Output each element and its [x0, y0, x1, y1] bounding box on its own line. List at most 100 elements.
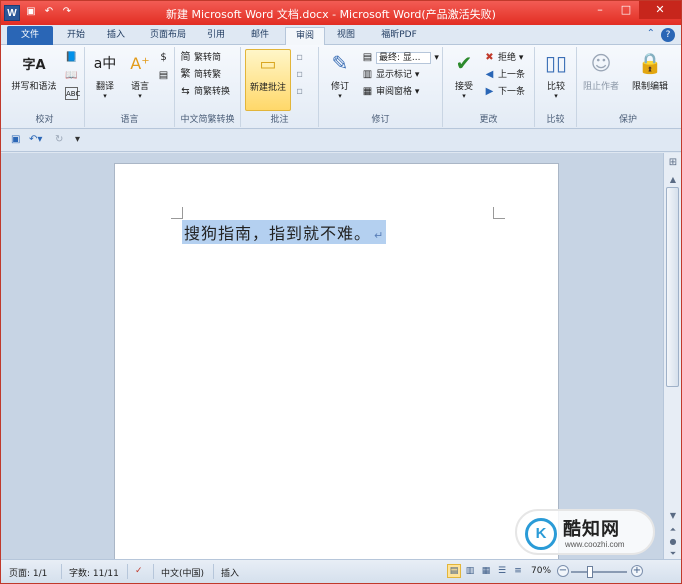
- print-layout-view-icon[interactable]: ▤: [447, 564, 461, 578]
- tab-insert[interactable]: 插入: [99, 27, 133, 45]
- language-dropdown-icon: ▾: [138, 92, 142, 100]
- zoom-out-button[interactable]: −: [557, 565, 569, 577]
- translate-dropdown-icon: ▾: [103, 92, 107, 100]
- help-icon[interactable]: ?: [661, 28, 675, 42]
- next-page-icon[interactable]: ⏷: [667, 549, 679, 559]
- tab-page-layout[interactable]: 页面布局: [141, 27, 195, 45]
- word-count-icon: ABC: [65, 87, 80, 100]
- zoom-level[interactable]: 70%: [531, 566, 551, 576]
- word-count-button[interactable]: ABC: [65, 87, 80, 102]
- tab-references[interactable]: 引用: [199, 27, 233, 45]
- outline-view-icon[interactable]: ☰: [495, 564, 509, 578]
- scroll-down-arrow-icon[interactable]: ▼: [667, 511, 679, 521]
- undo-icon[interactable]: ↶: [43, 6, 55, 18]
- display-for-review-dropdown[interactable]: ▤ 最终: 显... ▾: [361, 51, 439, 66]
- translate-button[interactable]: a中 翻译 ▾: [87, 49, 123, 100]
- next-change-button[interactable]: ▶ 下一条: [483, 85, 525, 100]
- status-bar: 页面: 1/1 字数: 11/11 ✓ 中文(中国) 插入 ▤ ▥ ▦ ☰ ≡ …: [1, 559, 681, 583]
- group-label-proofing: 校对: [35, 115, 54, 125]
- accept-button[interactable]: ✔ 接受 ▾: [447, 49, 481, 100]
- document-page[interactable]: 搜狗指南，指到就不难。 ↵: [114, 163, 559, 563]
- save-icon[interactable]: ▣: [25, 6, 37, 18]
- insert-mode[interactable]: 插入: [221, 566, 239, 579]
- quick-access-toolbar: ▣ ↶▾ ↻ ▾: [1, 130, 681, 152]
- tab-foxit-pdf[interactable]: 福昕PDF: [371, 27, 427, 45]
- simp-to-trad-button[interactable]: 繁简转繁: [179, 68, 222, 83]
- qat-customize-icon[interactable]: ▾: [75, 134, 80, 145]
- draft-view-icon[interactable]: ≡: [511, 564, 525, 578]
- tab-file[interactable]: 文件: [7, 26, 53, 45]
- coozhi-logo-icon: K: [525, 518, 557, 550]
- document-text[interactable]: 搜狗指南，指到就不难。 ↵: [182, 220, 387, 244]
- vertical-scrollbar[interactable]: ⊞ ▲ ▼ ⏶ ● ⏷: [663, 153, 681, 559]
- research-button[interactable]: 📘: [65, 51, 80, 66]
- next-comment-button[interactable]: ▫: [293, 85, 308, 100]
- tab-review[interactable]: 审阅: [285, 27, 325, 46]
- browse-object-icon[interactable]: ●: [667, 537, 679, 547]
- selected-text[interactable]: 搜狗指南，指到就不难。: [184, 224, 371, 243]
- restrict-editing-button[interactable]: 🔒 限制编辑: [625, 49, 675, 92]
- previous-page-icon[interactable]: ⏶: [667, 525, 679, 535]
- block-authors-icon: ☺: [590, 51, 612, 75]
- watermark-url: www.coozhi.com: [565, 540, 625, 549]
- trad-to-simp-button[interactable]: 简繁转简: [179, 51, 222, 66]
- side-language-tool-2[interactable]: ▤: [157, 69, 172, 84]
- accept-label: 接受: [454, 82, 473, 92]
- scrollbar-thumb[interactable]: [666, 187, 679, 387]
- reviewing-pane-button[interactable]: ▦ 审阅窗格 ▾: [361, 85, 420, 100]
- block-authors-button[interactable]: ☺ 阻止作者: [579, 49, 623, 92]
- new-comment-button[interactable]: ▭ 新建批注: [245, 49, 291, 111]
- language-tool-icon: $: [160, 52, 167, 63]
- delete-comment-button[interactable]: ▫: [293, 51, 308, 66]
- scroll-up-arrow-icon[interactable]: ▲: [667, 175, 679, 185]
- minimize-button[interactable]: –: [587, 1, 613, 19]
- show-markup-button[interactable]: ▥ 显示标记 ▾: [361, 68, 420, 83]
- translate-label: 翻译: [95, 82, 114, 92]
- page-count[interactable]: 页面: 1/1: [9, 566, 47, 579]
- previous-comment-button[interactable]: ▫: [293, 68, 308, 83]
- ribbon-tabs: 文件 开始 插入 页面布局 引用 邮件 审阅 视图 福昕PDF ⌃ ?: [1, 25, 681, 46]
- spelling-grammar-button[interactable]: 字A 拼写和语法: [7, 49, 61, 93]
- tab-mailings[interactable]: 邮件: [243, 27, 277, 45]
- group-language: a中 翻译 ▾ A⁺ 语言 ▾ $ ▤ 语言: [85, 47, 175, 127]
- conversion-button[interactable]: ⇆ 简繁转换: [179, 85, 230, 100]
- tab-home[interactable]: 开始: [59, 27, 93, 45]
- previous-comment-icon: ▫: [296, 69, 303, 80]
- zoom-slider-track[interactable]: [571, 571, 627, 573]
- reject-button[interactable]: ✖ 拒绝 ▾: [483, 51, 523, 66]
- compare-button[interactable]: ▯▯ 比较 ▾: [539, 49, 573, 100]
- previous-change-button[interactable]: ◀ 上一条: [483, 68, 525, 83]
- language-button[interactable]: A⁺ 语言 ▾: [123, 49, 157, 101]
- help-area: ⌃ ?: [647, 28, 675, 42]
- show-markup-icon: ▥: [362, 69, 373, 80]
- track-changes-button[interactable]: ✎ 修订 ▾: [323, 49, 357, 100]
- qat-redo-icon[interactable]: ↻: [55, 134, 63, 145]
- redo-icon[interactable]: ↷: [61, 6, 73, 18]
- minimize-ribbon-icon[interactable]: ⌃: [647, 28, 655, 42]
- close-button[interactable]: ✕: [639, 1, 681, 19]
- thesaurus-button[interactable]: 📖: [65, 69, 80, 84]
- qat-save-icon[interactable]: ▣: [11, 134, 20, 145]
- group-label-language: 语言: [120, 115, 139, 125]
- word-count[interactable]: 字数: 11/11: [69, 566, 119, 579]
- reviewing-pane-icon: ▦: [362, 86, 373, 97]
- group-label-chinese-conversion: 中文简繁转换: [180, 115, 235, 125]
- word-window: W ▣ ↶ ↷ 新建 Microsoft Word 文档.docx - Micr…: [0, 0, 682, 584]
- thesaurus-icon: 📖: [65, 70, 78, 81]
- proofing-status-icon[interactable]: ✓: [135, 566, 143, 576]
- zoom-in-button[interactable]: +: [631, 565, 643, 577]
- ruler-toggle-icon[interactable]: ⊞: [667, 157, 679, 169]
- qat-undo-icon[interactable]: ↶▾: [29, 134, 42, 145]
- crop-mark-top-left: [171, 207, 183, 219]
- web-layout-icon[interactable]: ▦: [479, 564, 493, 578]
- ribbon-review: 字A 拼写和语法 📘 📖 ABC 校对 a中 翻译 ▾ A⁺ 语言 ▾ $ ▤ …: [1, 45, 681, 129]
- group-changes: ✔ 接受 ▾ ✖ 拒绝 ▾ ◀ 上一条 ▶ 下一条 更改: [443, 47, 535, 127]
- tab-view[interactable]: 视图: [329, 27, 363, 45]
- side-language-tool-1[interactable]: $: [157, 51, 172, 66]
- word-app-icon[interactable]: W: [4, 5, 20, 21]
- full-screen-reading-icon[interactable]: ▥: [463, 564, 477, 578]
- spelling-grammar-label: 拼写和语法: [11, 82, 57, 92]
- language-status[interactable]: 中文(中国): [161, 566, 204, 579]
- maximize-button[interactable]: □: [613, 1, 639, 19]
- zoom-slider-thumb[interactable]: [586, 566, 593, 578]
